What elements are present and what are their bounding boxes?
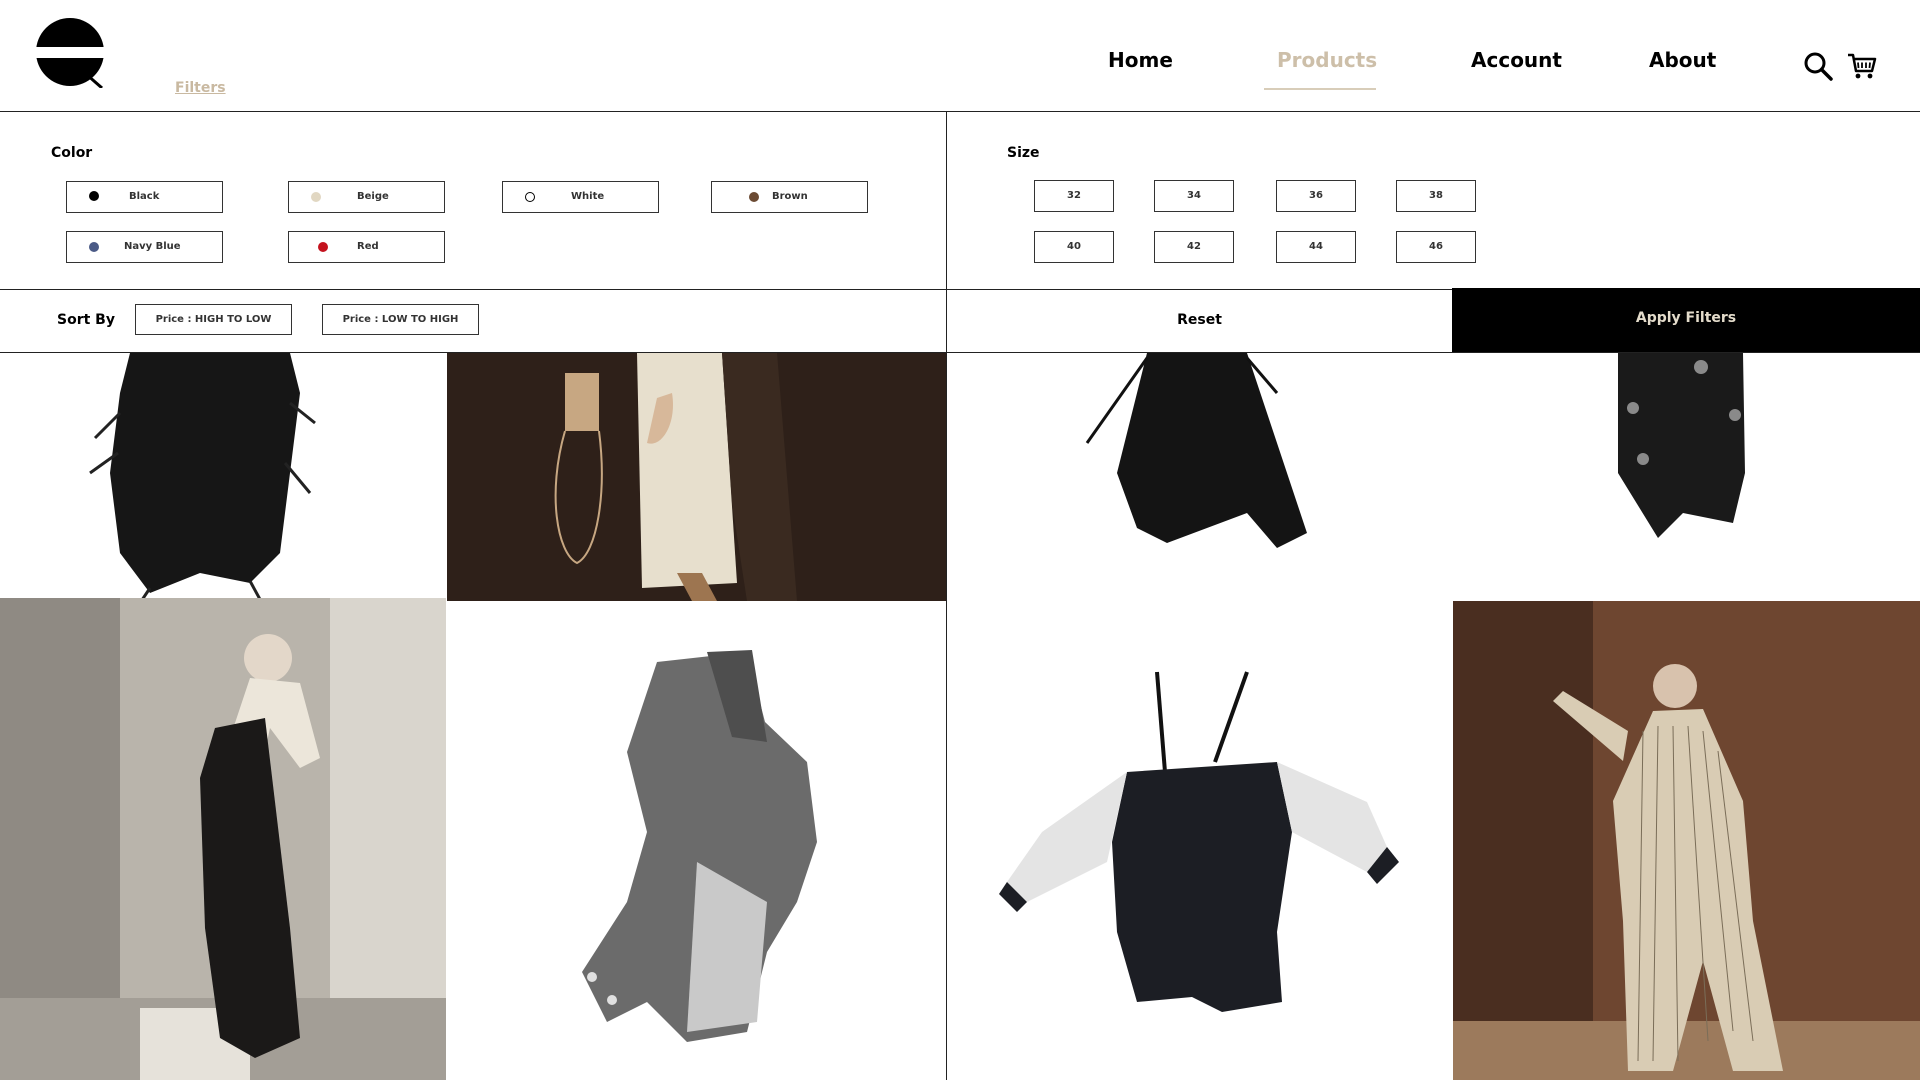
color-option-white[interactable]: White: [502, 181, 659, 213]
product-image: [947, 602, 1452, 1080]
swatch-black: [89, 191, 99, 201]
product-image: [0, 598, 446, 1080]
product-tile-model-pinstripe-coat[interactable]: [1453, 601, 1920, 1080]
sort-by-label: Sort By: [57, 312, 115, 328]
color-label: Navy Blue: [124, 241, 181, 252]
product-image: [1453, 353, 1920, 601]
size-option-42[interactable]: 42: [1154, 231, 1234, 263]
filters-link[interactable]: Filters: [175, 80, 226, 96]
size-option-36[interactable]: 36: [1276, 180, 1356, 212]
product-tile-black-jacket-white-sleeves[interactable]: [947, 602, 1452, 1080]
color-label: Beige: [357, 191, 389, 202]
color-option-brown[interactable]: Brown: [711, 181, 868, 213]
product-tile-black-skirt[interactable]: [947, 353, 1452, 601]
product-tile-grey-jacket[interactable]: [447, 602, 946, 1080]
size-option-38[interactable]: 38: [1396, 180, 1476, 212]
color-option-navy-blue[interactable]: Navy Blue: [66, 231, 223, 263]
site-header: Filters Home Products Account About: [0, 0, 1920, 112]
reset-button[interactable]: Reset: [947, 289, 1452, 352]
product-image: [447, 353, 946, 601]
size-option-46[interactable]: 46: [1396, 231, 1476, 263]
cart-icon[interactable]: [1846, 50, 1878, 82]
sort-price-low-to-high[interactable]: Price : LOW TO HIGH: [322, 304, 479, 335]
product-image: [447, 602, 946, 1080]
nav-home[interactable]: Home: [1108, 48, 1173, 72]
swatch-brown: [749, 192, 759, 202]
product-image: [0, 353, 446, 599]
apply-filters-button[interactable]: Apply Filters: [1452, 288, 1920, 353]
nav-products[interactable]: Products: [1277, 48, 1377, 72]
product-tile-fringe-top[interactable]: [0, 353, 446, 599]
color-label: Brown: [772, 191, 808, 202]
nav-active-underline: [1264, 88, 1376, 90]
size-option-32[interactable]: 32: [1034, 180, 1114, 212]
color-label: Red: [357, 241, 379, 252]
nav-about[interactable]: About: [1649, 48, 1716, 72]
size-option-44[interactable]: 44: [1276, 231, 1356, 263]
sort-price-high-to-low[interactable]: Price : HIGH TO LOW: [135, 304, 292, 335]
color-label: Black: [129, 191, 160, 202]
color-label: White: [571, 191, 605, 202]
color-option-beige[interactable]: Beige: [288, 181, 445, 213]
search-icon[interactable]: [1802, 50, 1834, 82]
color-option-red[interactable]: Red: [288, 231, 445, 263]
swatch-beige: [311, 192, 321, 202]
swatch-red: [318, 242, 328, 252]
logo-icon[interactable]: [34, 16, 106, 88]
product-tile-model-striped-shirt[interactable]: [0, 598, 446, 1080]
product-tile-coat-bag[interactable]: [447, 353, 946, 601]
size-option-40[interactable]: 40: [1034, 231, 1114, 263]
product-tile-knit-vest[interactable]: [1453, 353, 1920, 601]
product-image: [947, 353, 1452, 601]
size-filter-title: Size: [1007, 145, 1040, 161]
size-option-34[interactable]: 34: [1154, 180, 1234, 212]
product-image: [1453, 601, 1920, 1080]
nav-account[interactable]: Account: [1471, 48, 1562, 72]
color-option-black[interactable]: Black: [66, 181, 223, 213]
swatch-white: [525, 192, 535, 202]
color-filter-title: Color: [51, 145, 93, 161]
swatch-navy-blue: [89, 242, 99, 252]
